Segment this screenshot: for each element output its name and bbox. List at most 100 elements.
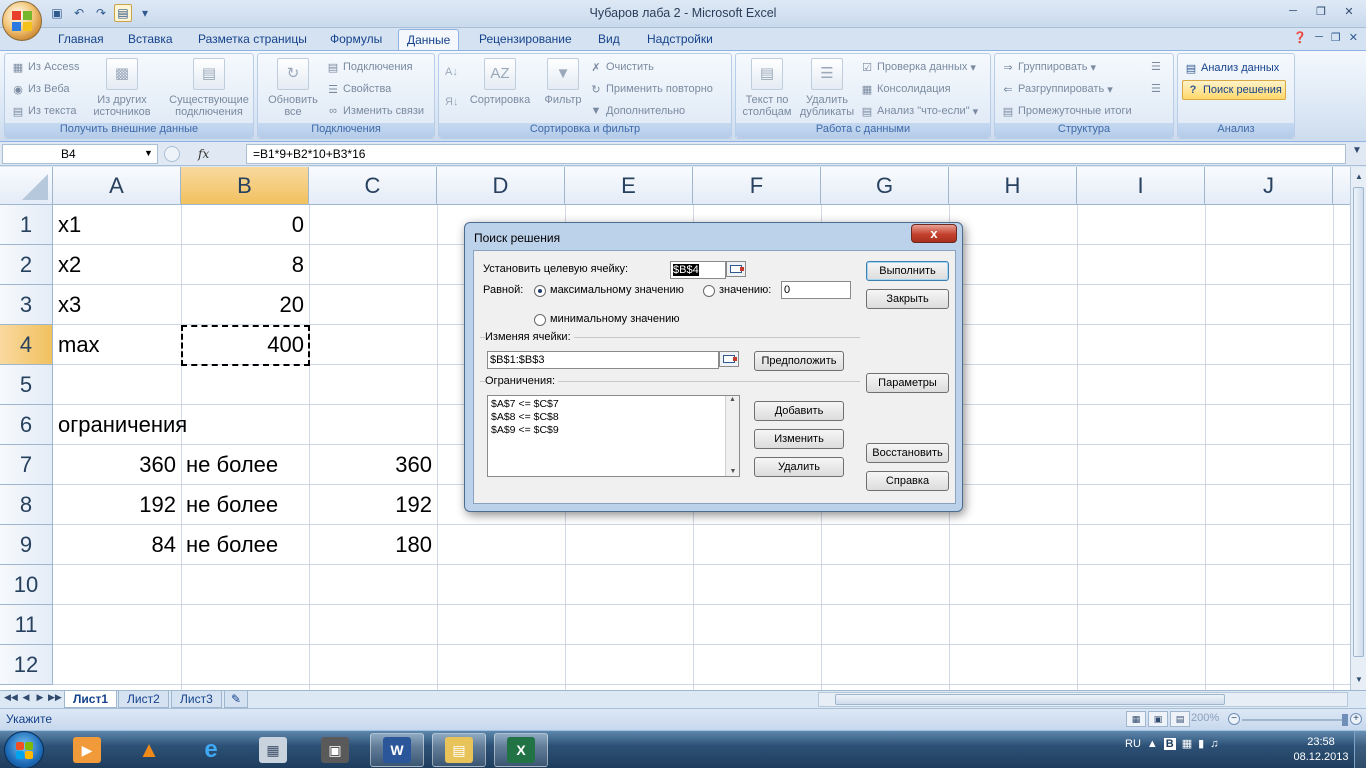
row-header-1[interactable]: 1 xyxy=(0,205,53,245)
cell-b2[interactable]: 8 xyxy=(181,245,309,285)
sheet-tab-3[interactable]: Лист3 xyxy=(171,691,222,708)
row-header-10[interactable]: 10 xyxy=(0,565,53,605)
clock[interactable]: 23:58 08.12.2013 xyxy=(1292,735,1350,765)
scroll-down-icon[interactable]: ▼ xyxy=(726,468,740,475)
changing-cells-input[interactable]: $B$1:$B$3 xyxy=(487,351,719,369)
office-button[interactable] xyxy=(2,1,42,41)
row-header-9[interactable]: 9 xyxy=(0,525,53,565)
text-to-columns-button[interactable]: ▤ Текст по столбцам xyxy=(738,58,796,118)
taskbar-calculator[interactable]: ▦ xyxy=(246,733,300,767)
row-header-5[interactable]: 5 xyxy=(0,365,53,405)
value-input[interactable]: 0 xyxy=(781,281,851,299)
column-header-c[interactable]: C xyxy=(309,167,437,205)
reapply-button[interactable]: ↻ Применить повторно xyxy=(589,82,713,96)
row-header-4[interactable]: 4 xyxy=(0,325,53,365)
help-icon[interactable]: ❓ xyxy=(1293,31,1307,44)
scroll-up-icon[interactable]: ▲ xyxy=(1351,169,1366,185)
show-desktop-button[interactable] xyxy=(1354,731,1366,768)
min-radio[interactable] xyxy=(534,314,546,326)
first-sheet-icon[interactable]: ◀◀ xyxy=(4,692,18,703)
data-analysis-button[interactable]: ▤ Анализ данных xyxy=(1182,59,1281,77)
cell-a2[interactable]: x2 xyxy=(53,245,181,285)
last-sheet-icon[interactable]: ▶▶ xyxy=(48,692,62,703)
row-header-7[interactable]: 7 xyxy=(0,445,53,485)
cell-c8[interactable]: 192 xyxy=(309,485,437,525)
page-break-view-icon[interactable]: ▤ xyxy=(1170,711,1190,727)
tab-insert[interactable]: Вставка xyxy=(120,29,181,50)
sheet-tab-1[interactable]: Лист1 xyxy=(64,691,118,708)
scroll-down-icon[interactable]: ▼ xyxy=(1351,672,1366,688)
formula-input[interactable]: =B1*9+B2*10+B3*16 xyxy=(246,144,1346,164)
reset-all-button[interactable]: Восстановить xyxy=(866,443,949,463)
tab-review[interactable]: Рецензирование xyxy=(471,29,580,50)
column-header-a[interactable]: A xyxy=(53,167,181,205)
from-text-button[interactable]: ▤ Из текста xyxy=(11,104,77,118)
cell-a6[interactable]: ограничения xyxy=(53,405,313,445)
tab-addins[interactable]: Надстройки xyxy=(639,29,721,50)
restore-workbook-icon[interactable]: ❐ xyxy=(1331,31,1341,44)
cell-a8[interactable]: 192 xyxy=(53,485,181,525)
column-header-f[interactable]: F xyxy=(693,167,821,205)
column-header-i[interactable]: I xyxy=(1077,167,1205,205)
zoom-knob[interactable] xyxy=(1342,714,1348,726)
data-validation-button[interactable]: ☑ Проверка данных ▾ xyxy=(860,60,976,74)
group-button[interactable]: ⇒ Группировать ▾ xyxy=(1001,60,1096,74)
row-header-2[interactable]: 2 xyxy=(0,245,53,285)
target-cell-input[interactable]: $B$4 xyxy=(670,261,726,279)
next-sheet-icon[interactable]: ▶ xyxy=(34,692,46,703)
constraint-item[interactable]: $A$7 <= $C$7 xyxy=(491,398,559,410)
name-box[interactable]: B4 xyxy=(2,144,158,164)
solve-button[interactable]: Выполнить xyxy=(866,261,949,281)
sheet-tab-2[interactable]: Лист2 xyxy=(118,691,169,708)
restore-icon[interactable]: ❐ xyxy=(1308,2,1334,20)
row-header-12[interactable]: 12 xyxy=(0,645,53,685)
constraint-item[interactable]: $A$8 <= $C$8 xyxy=(491,411,559,423)
column-header-g[interactable]: G xyxy=(821,167,949,205)
refresh-all-button[interactable]: ↻ Обновить все xyxy=(262,58,324,118)
start-button[interactable] xyxy=(4,731,44,768)
cell-b8[interactable]: не более xyxy=(181,485,309,525)
column-header-j[interactable]: J xyxy=(1205,167,1333,205)
insert-function-icon[interactable]: fx xyxy=(198,147,209,161)
language-indicator[interactable]: RU xyxy=(1125,738,1141,750)
from-web-button[interactable]: ◉ Из Веба xyxy=(11,82,69,96)
show-detail-icon[interactable]: ☰ xyxy=(1151,60,1161,73)
close-workbook-icon[interactable]: ✕ xyxy=(1349,31,1358,44)
close-button[interactable]: Закрыть xyxy=(866,289,949,309)
row-header-6[interactable]: 6 xyxy=(0,405,53,445)
edit-links-button[interactable]: ∞ Изменить связи xyxy=(326,104,424,118)
from-other-sources-button[interactable]: ▩ Из других источников xyxy=(91,58,153,118)
column-header-d[interactable]: D xyxy=(437,167,565,205)
constraint-item[interactable]: $A$9 <= $C$9 xyxy=(491,424,559,436)
column-header-b[interactable]: B xyxy=(181,167,309,205)
cell-c9[interactable]: 180 xyxy=(309,525,437,565)
page-layout-view-icon[interactable]: ▣ xyxy=(1148,711,1168,727)
sort-button[interactable]: AZ Сортировка xyxy=(465,58,535,106)
expand-formula-bar-icon[interactable]: ▼ xyxy=(1350,145,1364,163)
cell-b1[interactable]: 0 xyxy=(181,205,309,245)
select-all-button[interactable] xyxy=(0,167,53,205)
sort-za-icon[interactable]: Я↓ xyxy=(445,96,458,108)
column-header-h[interactable]: H xyxy=(949,167,1077,205)
insert-sheet-icon[interactable]: ✎ xyxy=(224,691,249,708)
consolidate-button[interactable]: ▦ Консолидация xyxy=(860,82,951,96)
hide-detail-icon[interactable]: ☰ xyxy=(1151,82,1161,95)
row-header-3[interactable]: 3 xyxy=(0,285,53,325)
target-cell-ref-button[interactable] xyxy=(726,261,746,277)
scroll-up-icon[interactable]: ▲ xyxy=(726,396,739,403)
ungroup-button[interactable]: ⇐ Разгруппировать ▾ xyxy=(1001,82,1112,96)
name-box-dropdown-icon[interactable]: ▼ xyxy=(144,148,153,158)
taskbar-explorer[interactable]: ▤ xyxy=(432,733,486,767)
row-header-11[interactable]: 11 xyxy=(0,605,53,645)
constraints-scrollbar[interactable]: ▲ ▼ xyxy=(725,396,739,476)
taskbar-app[interactable]: ▣ xyxy=(308,733,362,767)
options-button[interactable]: Параметры xyxy=(866,373,949,393)
advanced-button[interactable]: ▼ Дополнительно xyxy=(589,104,686,118)
changing-cells-ref-button[interactable] xyxy=(719,351,739,367)
taskbar-media-player[interactable]: ▶ xyxy=(60,733,114,767)
tab-data[interactable]: Данные xyxy=(398,29,460,50)
network-icon[interactable]: ▦ xyxy=(1182,737,1192,750)
horizontal-scroll-thumb[interactable] xyxy=(835,694,1225,705)
subtotal-button[interactable]: ▤ Промежуточные итоги xyxy=(1001,104,1132,118)
cell-a9[interactable]: 84 xyxy=(53,525,181,565)
